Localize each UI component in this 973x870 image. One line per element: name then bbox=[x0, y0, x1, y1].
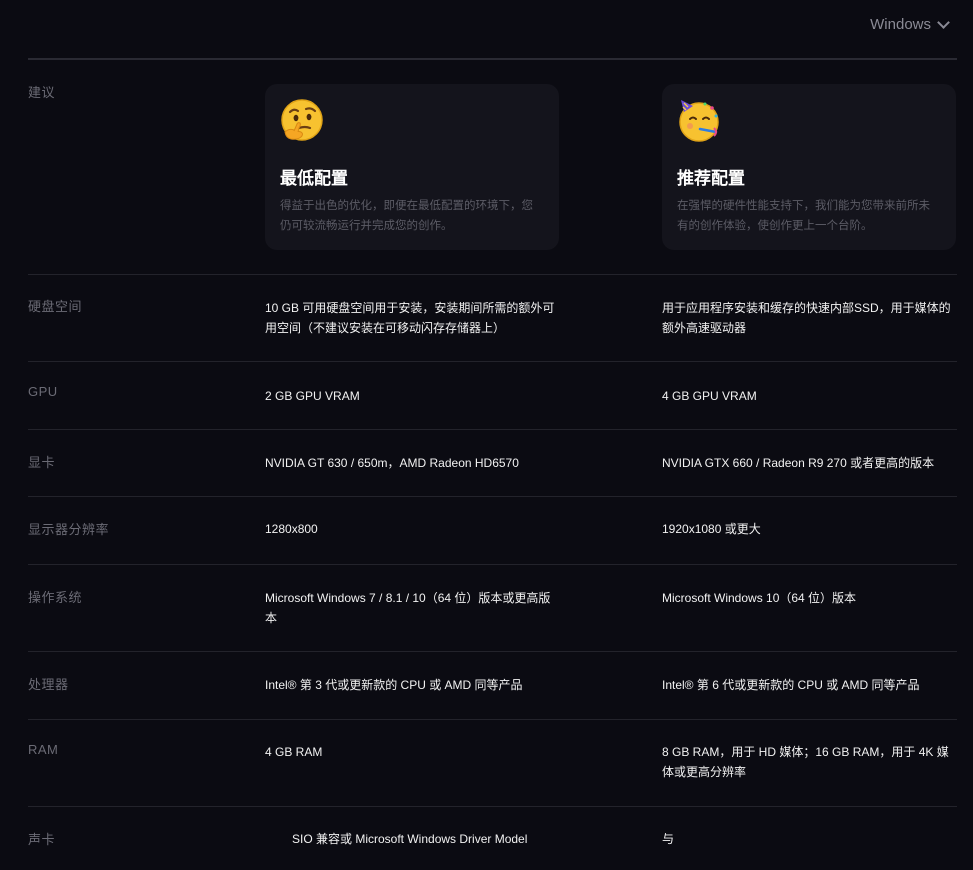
tier-title-recommended: 推荐配置 bbox=[677, 169, 745, 188]
spec-value-recommended: Intel® 第 6 代或更新款的 CPU 或 AMD 同等产品 bbox=[662, 678, 920, 692]
spec-value-recommended: 4 GB GPU VRAM bbox=[662, 389, 757, 403]
spec-row-processor: 处理器 Intel® 第 3 代或更新款的 CPU 或 AMD 同等产品 Int… bbox=[28, 652, 957, 720]
row-label: 操作系统 bbox=[28, 590, 83, 605]
spec-table: 硬盘空间 10 GB 可用硬盘空间用于安装，安装期间所需的额外可用空间（不建议安… bbox=[28, 274, 957, 867]
spec-value-minimum: SIO 兼容或 Microsoft Windows Driver Model bbox=[292, 832, 528, 846]
spec-value-recommended: 1920x1080 或更大 bbox=[662, 522, 761, 536]
recommendation-header-row: 建议 最低配置 得益于出色的优化，即便在最低配置的环境下，您仍可较流畅运行并完成… bbox=[28, 60, 957, 275]
thinking-face-icon bbox=[281, 99, 323, 141]
tier-description-minimum: 得益于出色的优化，即便在最低配置的环境下，您仍可较流畅运行并完成您的创作。 bbox=[280, 200, 533, 232]
spec-value-minimum: 4 GB RAM bbox=[265, 745, 323, 759]
spec-row-graphics-card: 显卡 NVIDIA GT 630 / 650m，AMD Radeon HD657… bbox=[28, 430, 957, 497]
row-label: GPU bbox=[28, 384, 58, 399]
spec-row-operating-system: 操作系统 Microsoft Windows 7 / 8.1 / 10（64 位… bbox=[28, 565, 957, 652]
row-label: 声卡 bbox=[28, 832, 56, 847]
party-face-icon bbox=[679, 100, 719, 142]
tier-card-recommended: 推荐配置 在强悍的硬件性能支持下，我们能为您带来前所未有的创作体验，使创作更上一… bbox=[662, 84, 956, 250]
spec-value-recommended: 用于应用程序安装和缓存的快速内部SSD，用于媒体的额外高速驱动器 bbox=[662, 301, 951, 335]
tier-description-recommended: 在强悍的硬件性能支持下，我们能为您带来前所未有的创作体验，使创作更上一个台阶。 bbox=[677, 200, 930, 232]
row-label: RAM bbox=[28, 742, 59, 757]
spec-value-recommended: NVIDIA GTX 660 / Radeon R9 270 或者更高的版本 bbox=[662, 456, 935, 470]
row-label: 显示器分辨率 bbox=[28, 522, 110, 537]
spec-value-minimum: 10 GB 可用硬盘空间用于安装，安装期间所需的额外可用空间（不建议安装在可移动… bbox=[265, 301, 555, 335]
spec-value-minimum: 2 GB GPU VRAM bbox=[265, 389, 360, 403]
spec-row-sound-card: 声卡 SIO 兼容或 Microsoft Windows Driver Mode… bbox=[28, 807, 957, 867]
spec-row-ram: RAM 4 GB RAM 8 GB RAM，用于 HD 媒体；16 GB RAM… bbox=[28, 720, 957, 807]
spec-value-minimum: NVIDIA GT 630 / 650m，AMD Radeon HD6570 bbox=[265, 456, 519, 470]
chevron-down-icon bbox=[937, 15, 950, 29]
os-dropdown[interactable]: Windows bbox=[870, 13, 950, 35]
row-label: 处理器 bbox=[28, 677, 69, 692]
spec-value-minimum: Intel® 第 3 代或更新款的 CPU 或 AMD 同等产品 bbox=[265, 678, 523, 692]
row-label: 硬盘空间 bbox=[28, 299, 83, 314]
spec-row-storage: 硬盘空间 10 GB 可用硬盘空间用于安装，安装期间所需的额外可用空间（不建议安… bbox=[28, 274, 957, 362]
row-label-recommendation: 建议 bbox=[28, 85, 56, 100]
row-label: 显卡 bbox=[28, 455, 56, 470]
top-bar: Windows bbox=[0, 0, 973, 58]
os-dropdown-label: Windows bbox=[870, 15, 931, 33]
spec-row-gpu: GPU 2 GB GPU VRAM 4 GB GPU VRAM bbox=[28, 362, 957, 430]
tier-card-minimum: 最低配置 得益于出色的优化，即便在最低配置的环境下，您仍可较流畅运行并完成您的创… bbox=[265, 84, 559, 250]
spec-value-recommended: 与 bbox=[662, 832, 675, 846]
spec-row-display-resolution: 显示器分辨率 1280x800 1920x1080 或更大 bbox=[28, 497, 957, 565]
spec-value-recommended: Microsoft Windows 10（64 位）版本 bbox=[662, 591, 857, 605]
spec-value-recommended: 8 GB RAM，用于 HD 媒体；16 GB RAM，用于 4K 媒体或更高分… bbox=[662, 745, 949, 779]
spec-value-minimum: 1280x800 bbox=[265, 522, 318, 536]
tier-title-minimum: 最低配置 bbox=[280, 169, 348, 188]
spec-value-minimum: Microsoft Windows 7 / 8.1 / 10（64 位）版本或更… bbox=[265, 591, 551, 625]
